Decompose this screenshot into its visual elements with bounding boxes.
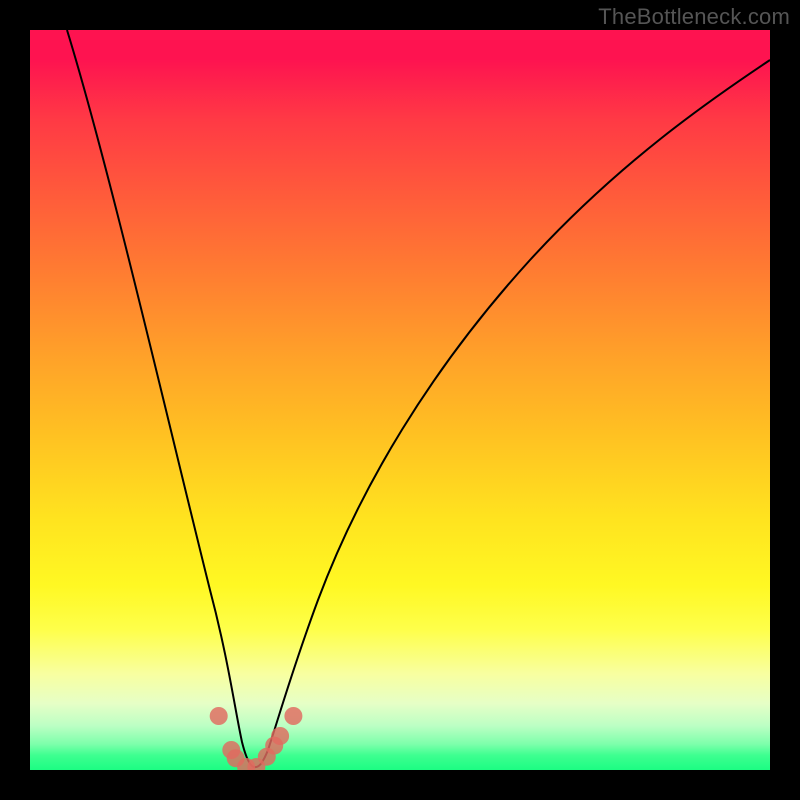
plot-area xyxy=(30,30,770,770)
bottleneck-curve xyxy=(67,30,770,767)
curve-layer xyxy=(30,30,770,770)
chart-frame: TheBottleneck.com xyxy=(0,0,800,800)
watermark-text: TheBottleneck.com xyxy=(598,4,790,30)
data-dots xyxy=(210,707,303,770)
dot-right-upper xyxy=(284,707,302,725)
dot-left-upper xyxy=(210,707,228,725)
dot-right-3 xyxy=(271,727,289,745)
